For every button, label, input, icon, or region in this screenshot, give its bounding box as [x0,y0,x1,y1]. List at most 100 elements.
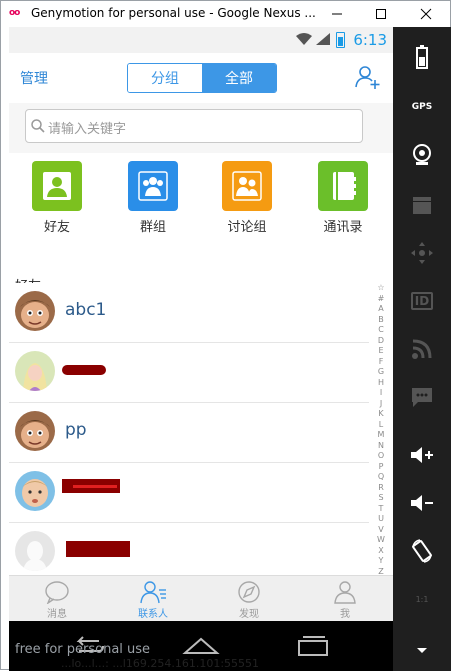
tab-me[interactable]: 我 [297,576,393,621]
alphabet-index-letter[interactable]: T [379,504,384,515]
alphabet-index-letter[interactable]: Y [379,556,384,567]
scale-label: 1:1 [415,594,429,604]
pixel-perfect-button[interactable]: 1:1 [393,579,451,619]
contact-row[interactable]: abc1 [9,283,369,343]
android-id-button[interactable]: ID [393,281,451,321]
category-groups[interactable]: 群组 [113,161,193,235]
tab-label: 联系人 [138,609,168,620]
dpad-button[interactable] [393,233,451,273]
recents-icon[interactable] [293,631,333,661]
rotate-button[interactable] [393,531,451,571]
volume-down-button[interactable] [393,483,451,523]
default-person-avatar [15,531,55,571]
alphabet-index-letter[interactable]: E [378,346,383,357]
contact-row[interactable] [9,523,369,583]
alphabet-index-letter[interactable]: C [378,325,384,336]
category-label: 通讯录 [323,220,363,235]
emulator-window: oo Genymotion for personal use - Google … [0,0,451,671]
manage-button[interactable]: 管理 [20,68,48,88]
category-discussion[interactable]: 讨论组 [207,161,287,235]
address-book-icon [318,161,368,211]
redaction-mark [73,485,117,488]
battery-icon [336,32,345,48]
alphabet-index-letter[interactable]: M [378,430,385,441]
network-button[interactable] [393,329,451,369]
tab-label: 我 [340,609,350,620]
category-address-book[interactable]: 通讯录 [303,161,383,235]
girl-photo-avatar [15,351,55,391]
rss-icon [412,339,432,359]
android-status-bar: 6:13 [9,27,393,53]
alphabet-index-letter[interactable]: ☆ [377,283,384,294]
alphabet-index-bar[interactable]: ☆ # A B C D E F G H I J K L M N O P Q R S T U V W X Y Z [373,283,389,583]
tab-messages[interactable]: 消息 [9,576,105,621]
alphabet-index-letter[interactable]: Q [378,472,384,483]
capture-button[interactable] [393,185,451,225]
contact-row[interactable]: pp [9,403,369,463]
maximize-icon [376,9,386,19]
alphabet-index-letter[interactable]: # [378,294,385,305]
contact-name: pp [65,420,87,440]
tab-contacts[interactable]: 联系人 [105,576,201,621]
battery-icon [416,45,428,69]
alphabet-index-letter[interactable]: K [378,409,383,420]
volume-up-button[interactable] [393,435,451,475]
alphabet-index-letter[interactable]: X [378,546,383,557]
alphabet-index-letter[interactable]: F [379,357,384,368]
baby-photo-avatar [15,471,55,511]
alphabet-index-letter[interactable]: J [380,399,382,410]
alphabet-index-letter[interactable]: G [378,367,384,378]
alphabet-index-letter[interactable]: B [378,315,384,326]
category-label: 讨论组 [227,220,267,235]
battery-button[interactable] [393,37,451,77]
alphabet-index-letter[interactable]: U [378,514,384,525]
alphabet-index-letter[interactable]: N [378,441,384,452]
gps-button[interactable]: GPS [393,87,451,127]
volume-down-icon [411,495,433,511]
alphabet-index-letter[interactable]: L [379,420,383,431]
alphabet-index-letter[interactable]: V [378,525,383,536]
app-header: 管理 分组 全部 [9,53,393,103]
alphabet-index-letter[interactable]: R [378,483,384,494]
discussion-group-icon [222,161,272,211]
contact-row[interactable] [9,463,369,523]
alphabet-index-letter[interactable]: O [378,451,384,462]
category-friends[interactable]: 好友 [17,161,97,235]
chevron-down-icon [417,648,427,653]
cartoon-boy-avatar [15,291,55,331]
search-input[interactable]: 请输入关键字 [25,109,363,143]
close-button[interactable] [404,1,448,27]
add-contact-icon[interactable] [353,63,381,91]
alphabet-index-letter[interactable]: W [377,535,385,546]
more-button[interactable] [393,639,451,663]
wifi-icon [296,33,312,45]
search-icon [31,119,45,133]
tab-label: 发现 [239,609,259,620]
volume-up-icon [411,447,433,463]
tab-discover[interactable]: 发现 [201,576,297,621]
compass-icon [238,581,260,603]
signal-icon [316,33,330,45]
redacted-name [66,541,130,557]
alphabet-index-letter[interactable]: I [380,388,382,399]
group-icon [128,161,178,211]
alphabet-index-letter[interactable]: P [379,462,384,473]
contact-name: abc1 [65,300,107,320]
sms-button[interactable] [393,377,451,417]
alphabet-index-letter[interactable]: A [378,304,383,315]
phone-screen: 6:13 管理 分组 全部 请输入关键字 好友 群组 讨论组 通讯录 abc1 … [9,27,393,671]
segment-all[interactable]: 全部 [202,64,276,92]
minimize-button[interactable] [315,1,359,27]
alphabet-index-letter[interactable]: D [378,336,384,347]
friends-section: 好友 [9,253,393,294]
genymotion-side-panel: GPS ID 1:1 [393,27,451,671]
camera-button[interactable] [393,135,451,175]
contact-row[interactable] [9,343,369,403]
message-icon [412,388,432,407]
search-area: 请输入关键字 [9,103,393,153]
friend-icon [32,161,82,211]
alphabet-index-letter[interactable]: S [378,493,383,504]
segment-groups[interactable]: 分组 [128,64,202,92]
alphabet-index-letter[interactable]: H [378,378,384,389]
maximize-button[interactable] [359,1,403,27]
